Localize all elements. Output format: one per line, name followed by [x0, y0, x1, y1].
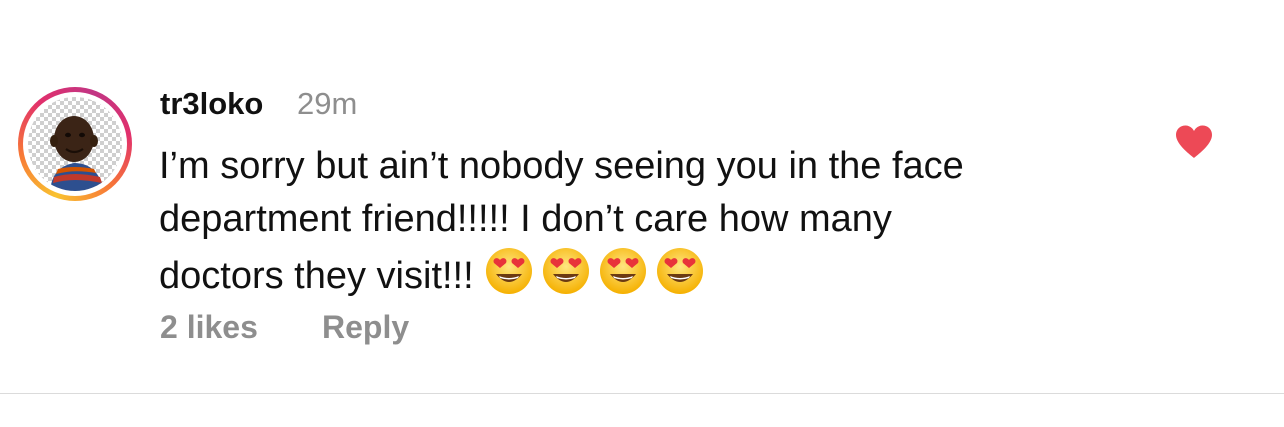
comment-text: I’m sorry but ain’t nobody seeing you in…	[159, 140, 1159, 311]
comment-timestamp: 29m	[297, 86, 358, 121]
avatar[interactable]	[28, 97, 122, 191]
heart-eyes-emoji-icon	[542, 248, 589, 294]
likes-count[interactable]: 2 likes	[160, 309, 258, 346]
avatar-photo	[50, 116, 104, 191]
like-heart-icon[interactable]	[1174, 124, 1214, 160]
avatar-ring-gap	[23, 92, 127, 196]
comment: tr3loko 29m I’m sorry but ain’t nobody s…	[0, 0, 1284, 393]
comment-text-line-text: doctors they visit!!!	[159, 255, 474, 297]
avatar-story-ring[interactable]	[18, 87, 132, 201]
heart-eyes-emoji-icon	[656, 248, 703, 294]
like-heart-fill	[1176, 125, 1212, 158]
comment-text-line: I’m sorry but ain’t nobody seeing you in…	[159, 145, 964, 187]
divider	[0, 393, 1284, 394]
reply-button[interactable]: Reply	[322, 309, 409, 346]
heart-eyes-emoji-icon	[599, 248, 646, 294]
comment-username[interactable]: tr3loko	[160, 86, 263, 122]
heart-eyes-emoji-icon	[485, 248, 532, 294]
emoji-group	[484, 246, 712, 311]
comment-text-line: department friend!!!!! I don’t care how …	[159, 198, 892, 240]
comment-text-line: doctors they visit!!!	[159, 246, 1159, 311]
